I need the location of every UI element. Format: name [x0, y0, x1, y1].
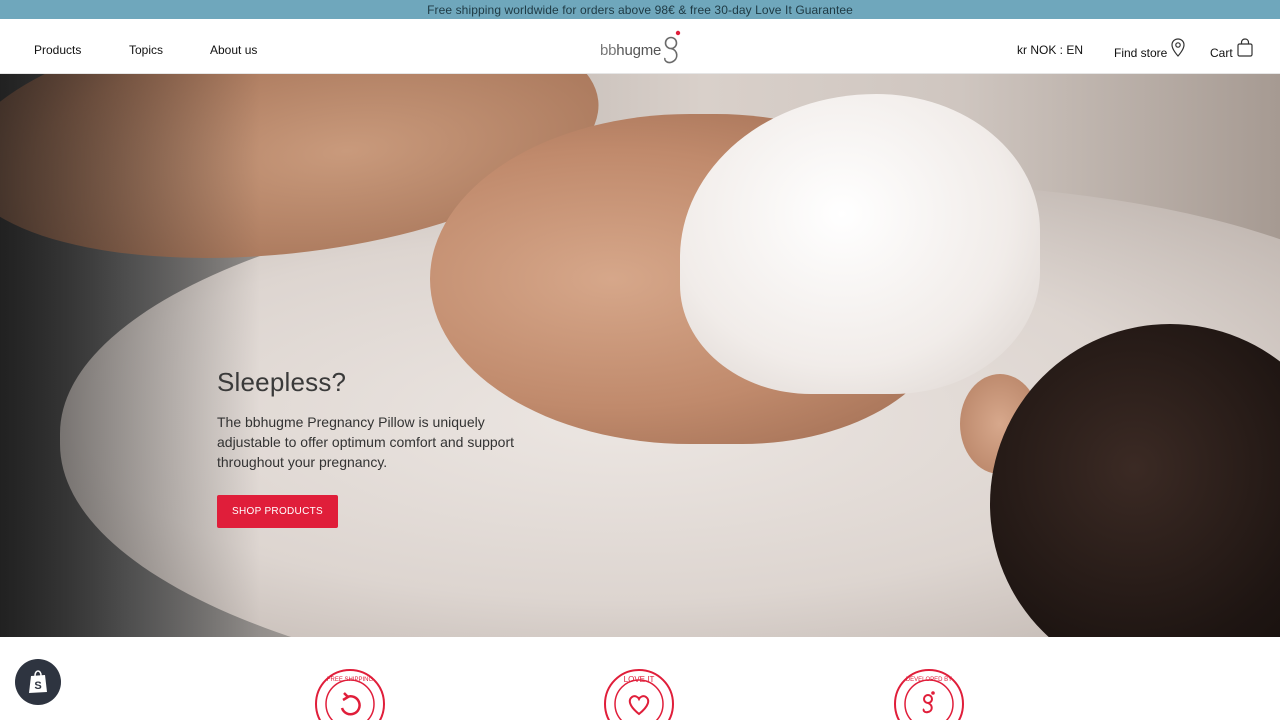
nav-products[interactable]: Products [34, 43, 81, 57]
refresh-icon: FREE SHIPPING [315, 669, 385, 720]
shop-products-button[interactable]: SHOP PRODUCTS [217, 495, 338, 528]
logo-main: hugme [616, 42, 662, 59]
announcement-bar: Free shipping worldwide for orders above… [0, 0, 1280, 19]
hero-banner: Sleepless? The bbhugme Pregnancy Pillow … [0, 74, 1280, 637]
hero-description: The bbhugme Pregnancy Pillow is uniquely… [217, 414, 515, 470]
logo-g-mark-icon [664, 30, 681, 64]
find-store-label: Find store [1114, 45, 1168, 60]
currency-language-label: kr NOK : EN [1017, 43, 1084, 57]
hero-content: Sleepless? The bbhugme Pregnancy Pillow … [217, 367, 517, 528]
announcement-text: Free shipping worldwide for orders above… [427, 2, 853, 17]
cart-label: Cart [1210, 45, 1233, 60]
shopify-bag-icon: S [29, 670, 47, 693]
svg-text:S: S [34, 680, 41, 692]
hero-image-shadow [0, 74, 260, 637]
shopify-chat-button[interactable]: S [15, 659, 61, 705]
developed-by-badge: DEVELOPED BY [893, 668, 965, 720]
heart-icon: LOVE IT [604, 669, 674, 720]
hero-title: Sleepless? [217, 367, 347, 397]
logo-wordmark: bbhugme [600, 43, 661, 67]
site-logo[interactable]: bbhugme [600, 27, 685, 67]
site-header: Products Topics About us bbhugme kr NOK … [0, 19, 1280, 74]
developed-by-badge-label: DEVELOPED BY [906, 677, 952, 683]
logo-prefix: bb [600, 42, 617, 59]
find-store-link[interactable]: Find store [1114, 38, 1185, 62]
map-pin-icon [1171, 38, 1185, 57]
cart-link[interactable]: Cart [1210, 38, 1253, 62]
logo-g-icon: DEVELOPED BY [894, 669, 964, 720]
love-it-badge-label: LOVE IT [624, 675, 655, 684]
shopping-bag-icon [1237, 38, 1253, 57]
nav-about-us[interactable]: About us [210, 43, 257, 57]
love-it-badge: LOVE IT [603, 668, 675, 720]
free-shipping-badge: FREE SHIPPING [314, 668, 386, 720]
nav-topics[interactable]: Topics [129, 43, 163, 57]
currency-language-selector[interactable]: kr NOK : EN [1017, 43, 1083, 57]
free-shipping-badge-label: FREE SHIPPING [327, 677, 374, 683]
